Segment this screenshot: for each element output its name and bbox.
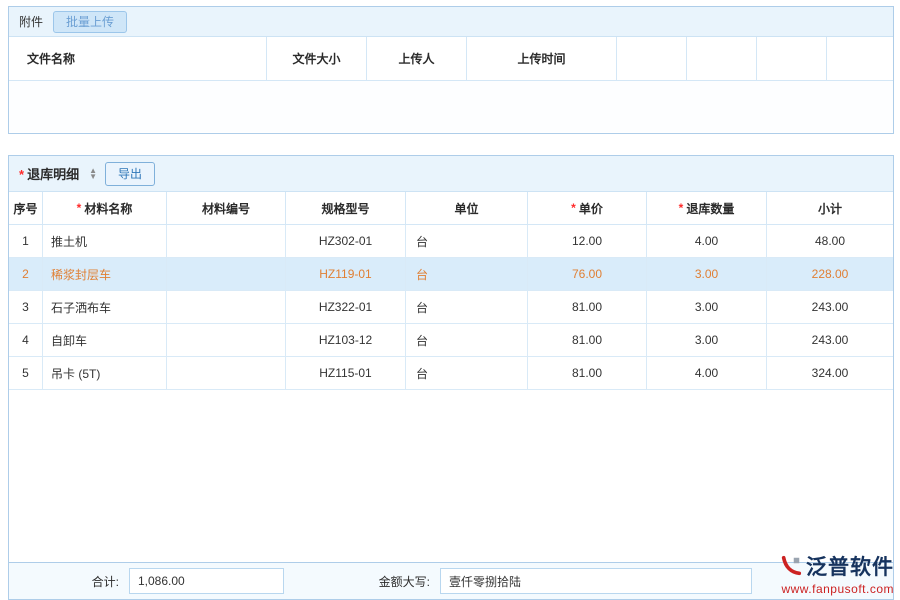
cell-seq: 1 xyxy=(9,225,43,257)
col-file-size: 文件大小 xyxy=(267,37,367,80)
cell-seq: 5 xyxy=(9,357,43,389)
cell-spec-model: HZ302-01 xyxy=(286,225,406,257)
col-material-code: 材料编号 xyxy=(167,192,286,224)
cell-subtotal: 48.00 xyxy=(767,225,893,257)
table-row-selected[interactable]: 2 稀浆封层车 HZ119-01 台 76.00 3.00 228.00 xyxy=(9,258,893,291)
export-button[interactable]: 导出 xyxy=(105,162,155,186)
cell-unit-price: 81.00 xyxy=(528,291,647,323)
attachments-toolbar: 附件 批量上传 xyxy=(9,7,893,37)
cell-subtotal: 228.00 xyxy=(767,258,893,290)
return-detail-panel: *退库明细 ▲▼ 导出 序号 *材料名称 材料编号 规格型号 单位 *单价 *退… xyxy=(8,155,894,600)
watermark-url: www.fanpusoft.com xyxy=(780,582,894,596)
cell-material-code xyxy=(167,225,286,257)
cell-material-name: 吊卡 (5T) xyxy=(43,357,167,389)
cell-unit-price: 12.00 xyxy=(528,225,647,257)
cell-seq: 4 xyxy=(9,324,43,356)
cell-material-name: 石子洒布车 xyxy=(43,291,167,323)
cell-spec-model: HZ115-01 xyxy=(286,357,406,389)
cell-material-code xyxy=(167,324,286,356)
cell-subtotal: 243.00 xyxy=(767,324,893,356)
batch-upload-button[interactable]: 批量上传 xyxy=(53,11,127,33)
detail-title: *退库明细 xyxy=(19,164,79,183)
detail-toolbar: *退库明细 ▲▼ 导出 xyxy=(9,156,893,192)
watermark: 泛普软件 www.fanpusoft.com xyxy=(780,551,894,596)
col-spec-model: 规格型号 xyxy=(286,192,406,224)
cell-unit: 台 xyxy=(406,357,528,389)
cell-material-code xyxy=(167,258,286,290)
cell-unit-price: 81.00 xyxy=(528,324,647,356)
cell-return-qty: 3.00 xyxy=(647,324,767,356)
col-empty-4 xyxy=(827,37,893,80)
table-row[interactable]: 3 石子洒布车 HZ322-01 台 81.00 3.00 243.00 xyxy=(9,291,893,324)
cell-subtotal: 324.00 xyxy=(767,357,893,389)
watermark-brand: 泛普软件 xyxy=(806,551,894,581)
col-subtotal: 小计 xyxy=(767,192,893,224)
detail-table-header: 序号 *材料名称 材料编号 规格型号 单位 *单价 *退库数量 小计 xyxy=(9,192,893,225)
col-unit: 单位 xyxy=(406,192,528,224)
cell-spec-model: HZ322-01 xyxy=(286,291,406,323)
cell-return-qty: 4.00 xyxy=(647,357,767,389)
col-uploader: 上传人 xyxy=(367,37,467,80)
cell-unit: 台 xyxy=(406,324,528,356)
attachments-title: 附件 xyxy=(19,13,43,30)
col-material-name: *材料名称 xyxy=(43,192,167,224)
col-empty-2 xyxy=(687,37,757,80)
col-empty-3 xyxy=(757,37,827,80)
cell-material-name: 稀浆封层车 xyxy=(43,258,167,290)
col-return-qty: *退库数量 xyxy=(647,192,767,224)
cell-material-code xyxy=(167,357,286,389)
cell-unit-price: 81.00 xyxy=(528,357,647,389)
cell-return-qty: 3.00 xyxy=(647,258,767,290)
cell-unit: 台 xyxy=(406,258,528,290)
cell-material-code xyxy=(167,291,286,323)
cell-seq: 2 xyxy=(9,258,43,290)
col-upload-time: 上传时间 xyxy=(467,37,617,80)
amount-words-input[interactable]: 壹仟零捌拾陆 xyxy=(440,568,752,594)
total-input[interactable]: 1,086.00 xyxy=(129,568,284,594)
total-label: 合计: xyxy=(9,573,129,590)
col-unit-price: *单价 xyxy=(528,192,647,224)
cell-unit: 台 xyxy=(406,291,528,323)
cell-seq: 3 xyxy=(9,291,43,323)
cell-unit: 台 xyxy=(406,225,528,257)
attachments-empty-body xyxy=(9,81,893,132)
col-file-name: 文件名称 xyxy=(9,37,267,80)
col-seq: 序号 xyxy=(9,192,43,224)
sort-spinner-icon[interactable]: ▲▼ xyxy=(89,168,97,180)
cell-spec-model: HZ119-01 xyxy=(286,258,406,290)
cell-subtotal: 243.00 xyxy=(767,291,893,323)
cell-spec-model: HZ103-12 xyxy=(286,324,406,356)
cell-return-qty: 3.00 xyxy=(647,291,767,323)
table-row[interactable]: 1 推土机 HZ302-01 台 12.00 4.00 48.00 xyxy=(9,225,893,258)
required-mark: * xyxy=(19,167,24,182)
attachments-table-header: 文件名称 文件大小 上传人 上传时间 xyxy=(9,37,893,81)
cell-return-qty: 4.00 xyxy=(647,225,767,257)
cell-material-name: 推土机 xyxy=(43,225,167,257)
fanpu-logo-icon xyxy=(780,555,802,577)
table-row[interactable]: 4 自卸车 HZ103-12 台 81.00 3.00 243.00 xyxy=(9,324,893,357)
amount-words-label: 金额大写: xyxy=(352,573,440,590)
cell-material-name: 自卸车 xyxy=(43,324,167,356)
table-row[interactable]: 5 吊卡 (5T) HZ115-01 台 81.00 4.00 324.00 xyxy=(9,357,893,390)
summary-bar: 合计: 1,086.00 金额大写: 壹仟零捌拾陆 xyxy=(9,562,893,599)
attachments-panel: 附件 批量上传 文件名称 文件大小 上传人 上传时间 xyxy=(8,6,894,134)
cell-unit-price: 76.00 xyxy=(528,258,647,290)
col-empty-1 xyxy=(617,37,687,80)
